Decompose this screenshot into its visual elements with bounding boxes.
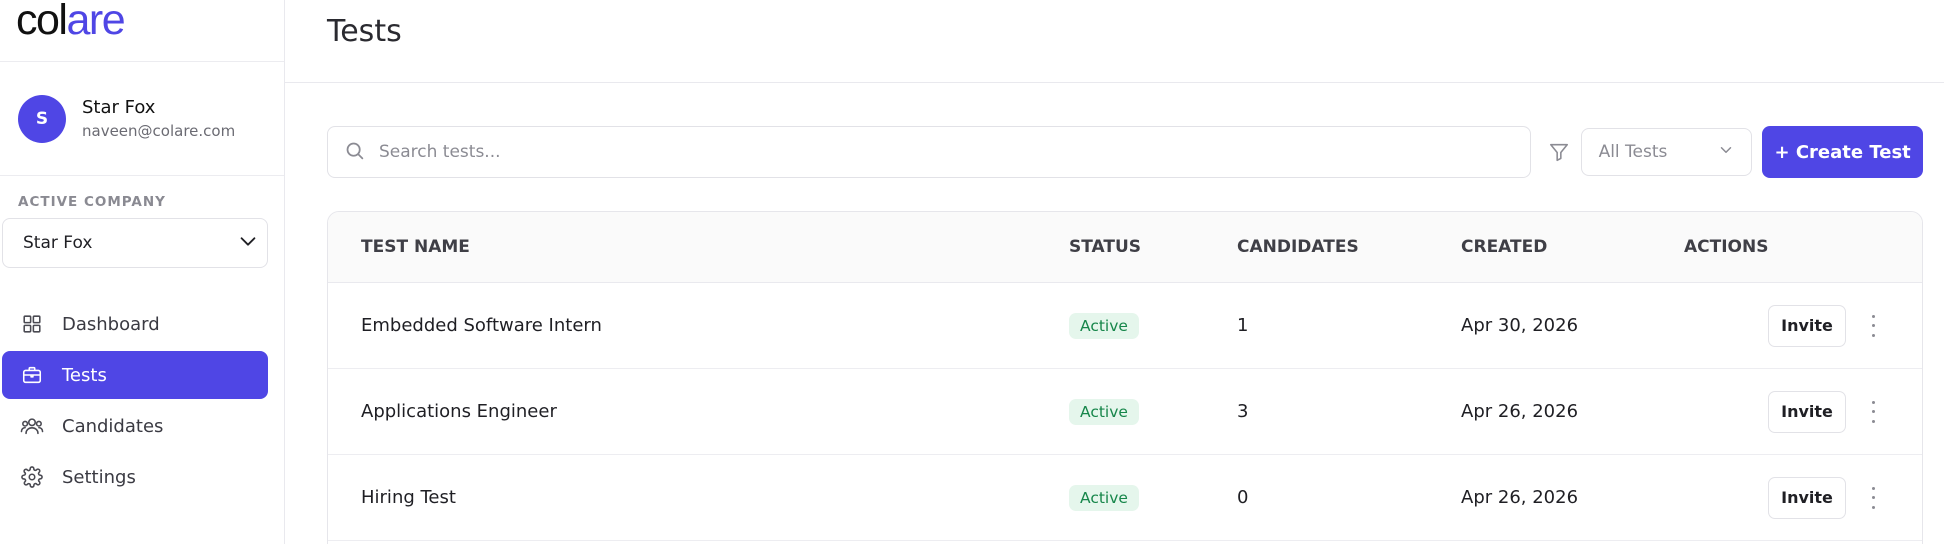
invite-button[interactable]: Invite — [1768, 390, 1846, 433]
company-select[interactable]: Star Fox — [2, 218, 268, 268]
row-actions: Invite — [1684, 390, 1922, 433]
search-box[interactable] — [327, 126, 1531, 178]
chevron-down-icon — [237, 230, 259, 257]
search-icon — [344, 140, 365, 165]
test-filter-select[interactable]: All Tests — [1580, 128, 1753, 176]
header-candidates[interactable]: CANDIDATES — [1237, 237, 1461, 257]
test-filter-value: All Tests — [1598, 142, 1668, 162]
user-name: Star Fox — [82, 96, 156, 118]
sidebar-item-tests[interactable]: Tests — [2, 351, 268, 399]
test-name[interactable]: Applications Engineer — [328, 401, 1069, 422]
app-root: colare S Star Fox naveen@colare.com ACTI… — [0, 0, 1944, 544]
row-actions: Invite — [1684, 304, 1922, 347]
gear-icon — [20, 465, 44, 489]
sidebar-item-dashboard[interactable]: Dashboard — [2, 300, 268, 348]
created-date: Apr 30, 2026 — [1461, 315, 1579, 336]
avatar: S — [18, 94, 66, 143]
page-title: Tests — [327, 14, 402, 49]
grid-icon — [20, 312, 44, 336]
user-email: naveen@colare.com — [82, 121, 236, 140]
candidate-count: 1 — [1237, 315, 1249, 336]
sidebar-item-label: Tests — [62, 364, 107, 386]
status-badge: Active — [1069, 484, 1139, 511]
sidebar-item-candidates[interactable]: Candidates — [2, 402, 268, 450]
test-name[interactable]: Hiring Test — [328, 487, 1069, 508]
logo-prefix: col — [16, 0, 68, 44]
created-date: Apr 26, 2026 — [1461, 401, 1579, 422]
create-test-button[interactable]: + Create Test — [1762, 126, 1923, 178]
toolbar: All Tests + Create Test — [327, 126, 1923, 178]
table-row[interactable]: Embedded Software Intern Active 1 Apr 30… — [328, 283, 1922, 369]
tests-table: TEST NAME STATUS CANDIDATES CREATED ACTI… — [327, 211, 1923, 544]
test-name[interactable]: Embedded Software Intern — [328, 315, 1069, 336]
row-actions: Invite — [1684, 476, 1922, 519]
main-content: Tests All Tests + Create Test T — [285, 0, 1944, 544]
status-badge: Active — [1069, 398, 1139, 425]
logo-accent: are — [66, 0, 125, 44]
status-cell: Active — [1069, 398, 1237, 425]
company-label: ACTIVE COMPANY — [18, 194, 166, 210]
invite-button[interactable]: Invite — [1768, 304, 1846, 347]
created-date: Apr 26, 2026 — [1461, 487, 1579, 508]
sidebar-item-label: Candidates — [62, 415, 164, 437]
filter-icon[interactable] — [1545, 138, 1573, 166]
logo[interactable]: colare — [0, 0, 284, 62]
sidebar-item-label: Settings — [62, 466, 136, 488]
candidate-count: 3 — [1237, 401, 1249, 422]
table-row[interactable]: Hiring Test Active 0 Apr 26, 2026 Invite — [328, 455, 1922, 541]
header-test-name[interactable]: TEST NAME — [328, 237, 1069, 257]
chevron-down-icon — [1717, 141, 1735, 164]
status-cell: Active — [1069, 484, 1237, 511]
candidate-count: 0 — [1237, 487, 1249, 508]
sidebar-item-settings[interactable]: Settings — [2, 453, 268, 501]
sidebar-item-label: Dashboard — [62, 313, 160, 335]
more-options-icon[interactable] — [1870, 400, 1876, 423]
top-bar: Tests — [285, 0, 1944, 83]
header-created[interactable]: CREATED — [1461, 237, 1684, 257]
status-cell: Active — [1069, 312, 1237, 339]
header-status[interactable]: STATUS — [1069, 237, 1237, 257]
more-options-icon[interactable] — [1870, 486, 1876, 509]
briefcase-icon — [20, 363, 44, 387]
table-row[interactable]: Applications Engineer Active 3 Apr 26, 2… — [328, 369, 1922, 455]
header-actions: ACTIONS — [1684, 237, 1769, 257]
user-info: Star Fox naveen@colare.com — [82, 96, 235, 142]
users-icon — [20, 414, 44, 438]
sidebar-nav: Dashboard Tests Candidates Settings — [0, 300, 284, 501]
table-header: TEST NAME STATUS CANDIDATES CREATED ACTI… — [328, 212, 1922, 283]
company-select-value: Star Fox — [23, 233, 93, 253]
invite-button[interactable]: Invite — [1768, 476, 1846, 519]
search-input[interactable] — [379, 142, 1530, 162]
more-options-icon[interactable] — [1870, 314, 1876, 337]
user-profile[interactable]: S Star Fox naveen@colare.com — [0, 62, 284, 176]
sidebar: colare S Star Fox naveen@colare.com ACTI… — [0, 0, 285, 544]
status-badge: Active — [1069, 312, 1139, 339]
